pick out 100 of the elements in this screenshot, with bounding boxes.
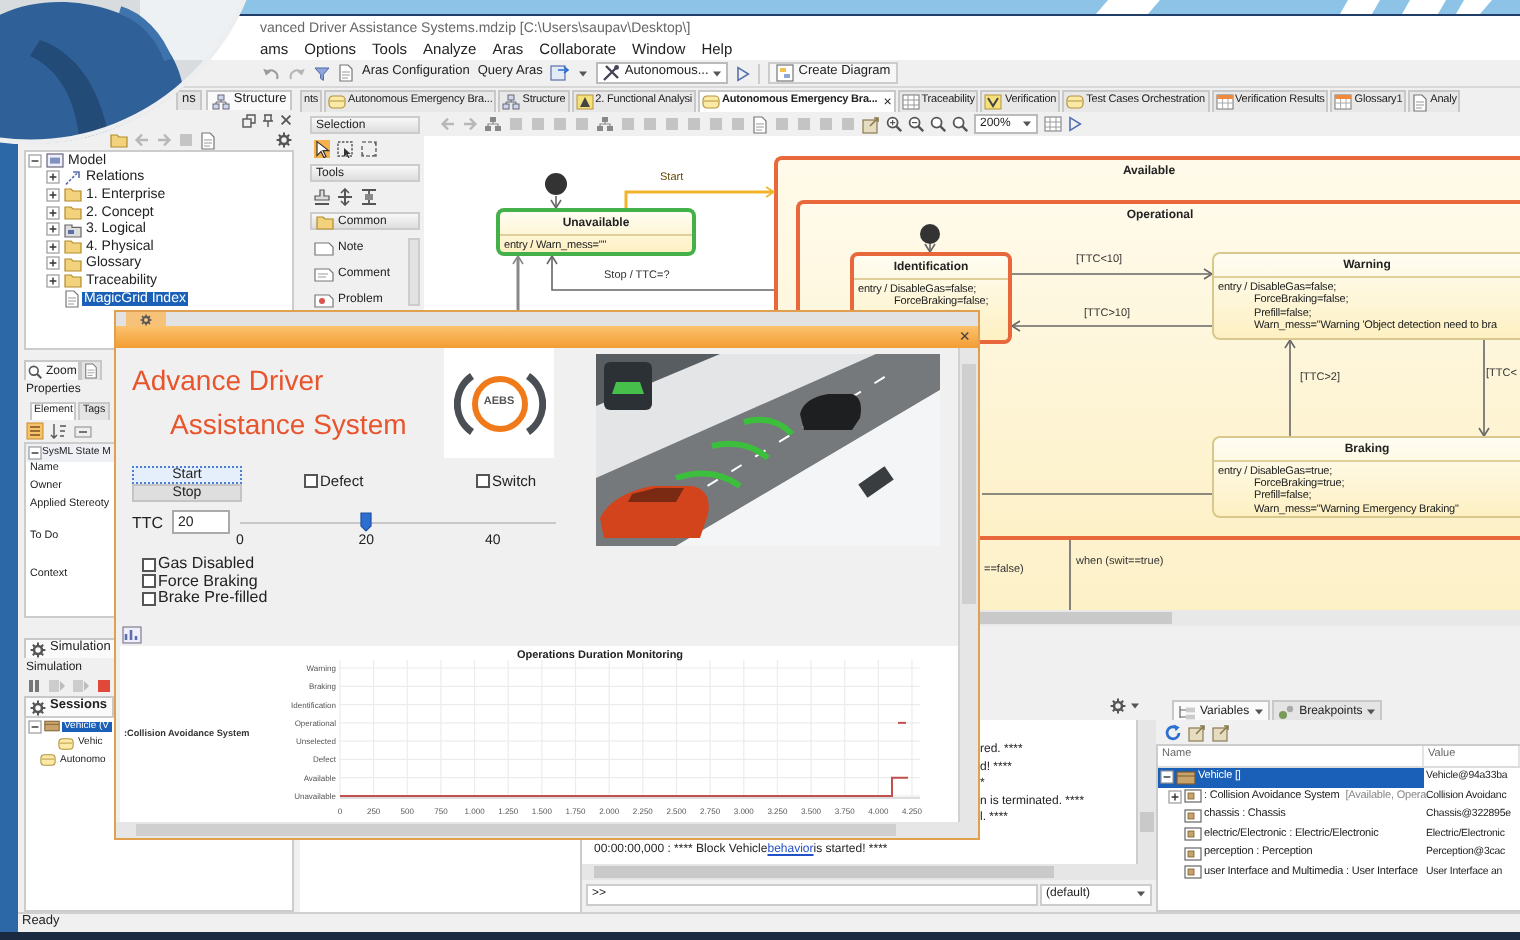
export-icon[interactable] — [1212, 723, 1230, 741]
pause-icon[interactable] — [26, 678, 42, 694]
tree-toggle-icon[interactable] — [46, 256, 60, 271]
checkbox-label: Gas Disabled — [158, 556, 255, 573]
document-icon[interactable] — [338, 64, 354, 82]
checkbox[interactable] — [476, 474, 490, 488]
part-icon — [1184, 788, 1202, 805]
close-icon[interactable] — [280, 114, 292, 126]
document-icon[interactable] — [200, 131, 216, 149]
tree-toggle-icon[interactable] — [1160, 770, 1174, 785]
transition-arrow — [512, 254, 524, 310]
vertical-scrollbar[interactable] — [408, 238, 420, 306]
table-icon — [1334, 94, 1353, 110]
scrollbar-thumb[interactable] — [136, 824, 896, 836]
tree-toggle-icon[interactable] — [46, 205, 60, 220]
gear-icon — [140, 313, 152, 325]
marquee-icon[interactable] — [336, 140, 354, 158]
split-icon[interactable] — [336, 188, 354, 206]
export-icon[interactable] — [1188, 723, 1206, 741]
checkbox[interactable] — [304, 474, 318, 488]
horizontal-scrollbar[interactable] — [116, 822, 978, 838]
play-icon[interactable] — [736, 65, 751, 81]
caret-icon[interactable] — [1130, 702, 1140, 710]
categories-icon[interactable] — [26, 422, 44, 440]
zoom-in-icon[interactable] — [886, 116, 902, 132]
initial-node — [920, 224, 940, 244]
scrollbar-thumb[interactable] — [594, 866, 1054, 878]
settings-icon[interactable] — [1110, 698, 1126, 714]
zoom-out-icon[interactable] — [908, 116, 924, 132]
document-icon — [1412, 93, 1429, 111]
tree-toggle-icon[interactable] — [46, 187, 60, 202]
checkbox[interactable] — [142, 574, 156, 589]
state-diagram-icon — [328, 94, 347, 110]
document-icon[interactable] — [752, 115, 768, 133]
export-icon[interactable] — [862, 115, 880, 133]
comment-icon — [314, 267, 334, 281]
block-icon — [1176, 769, 1196, 786]
zoom-icon[interactable] — [930, 116, 946, 132]
pin-icon[interactable] — [262, 113, 274, 127]
play-icon[interactable] — [1068, 116, 1083, 132]
horizontal-scrollbar[interactable] — [582, 864, 1156, 880]
document-icon — [84, 362, 99, 380]
slider-thumb[interactable] — [360, 512, 373, 532]
caret-icon — [712, 69, 723, 77]
tree-toggle-icon[interactable] — [46, 170, 60, 185]
import-icon[interactable] — [550, 64, 571, 82]
state-diagram-icon — [1066, 94, 1085, 110]
gear-icon — [30, 641, 46, 657]
pointer-icon[interactable] — [314, 140, 330, 158]
field-label: TTC — [132, 512, 166, 532]
tab[interactable] — [80, 360, 103, 380]
restore-icon[interactable] — [242, 113, 256, 127]
scrollbar-thumb[interactable] — [962, 364, 976, 604]
heading-text: Advance Driver — [132, 366, 324, 394]
collapse-icon[interactable] — [74, 425, 92, 437]
grid-icon[interactable] — [1044, 116, 1063, 132]
tree-toggle-icon[interactable] — [46, 273, 60, 288]
refresh-icon[interactable] — [1164, 723, 1182, 741]
window-tab[interactable] — [126, 312, 166, 326]
tree-toggle-icon[interactable] — [46, 239, 60, 254]
document-icon — [63, 289, 79, 308]
funnel-icon[interactable] — [314, 65, 330, 81]
breakpoint-icon — [1277, 703, 1296, 719]
settings-icon[interactable] — [276, 132, 292, 148]
checkbox[interactable] — [142, 557, 156, 572]
checkbox[interactable] — [142, 591, 156, 606]
caret-icon[interactable] — [578, 69, 589, 77]
vertical-scrollbar[interactable] — [1136, 720, 1156, 864]
heading-text: Assistance System — [170, 410, 407, 438]
state-diagram-icon — [702, 94, 721, 110]
tool-icon — [602, 64, 621, 82]
align-icon[interactable] — [360, 188, 378, 206]
sort-icon[interactable] — [50, 422, 68, 440]
magnifier-icon — [28, 363, 42, 379]
transition-arrow — [924, 243, 936, 254]
tree-layout-icon[interactable] — [596, 116, 614, 132]
grid-icon — [901, 94, 920, 110]
tree-toggle-icon[interactable] — [28, 719, 42, 734]
model-icon — [45, 152, 63, 169]
relation-icon — [63, 169, 81, 186]
close-button[interactable]: × — [959, 328, 970, 346]
stamp-icon[interactable] — [314, 188, 330, 206]
caret-icon — [1022, 120, 1033, 128]
part-icon — [1184, 864, 1202, 881]
vertical-scrollbar[interactable] — [958, 348, 978, 822]
scrollbar-thumb[interactable] — [1140, 812, 1154, 832]
caret-icon — [1253, 707, 1264, 715]
chart-icon[interactable] — [122, 625, 142, 643]
structure-icon — [211, 93, 230, 109]
tree-toggle-icon[interactable] — [28, 153, 42, 168]
note-icon — [314, 241, 334, 255]
zoom-icon[interactable] — [952, 116, 968, 132]
tree-toggle-icon[interactable] — [46, 222, 60, 237]
undo-icon[interactable] — [262, 65, 280, 81]
package-icon — [63, 221, 81, 238]
stop-icon[interactable] — [96, 678, 112, 694]
tree-toggle-icon[interactable] — [28, 446, 42, 460]
tree-toggle-icon[interactable] — [1168, 789, 1182, 804]
diagram-icon — [776, 64, 795, 82]
tree-layout-icon[interactable] — [484, 116, 502, 132]
